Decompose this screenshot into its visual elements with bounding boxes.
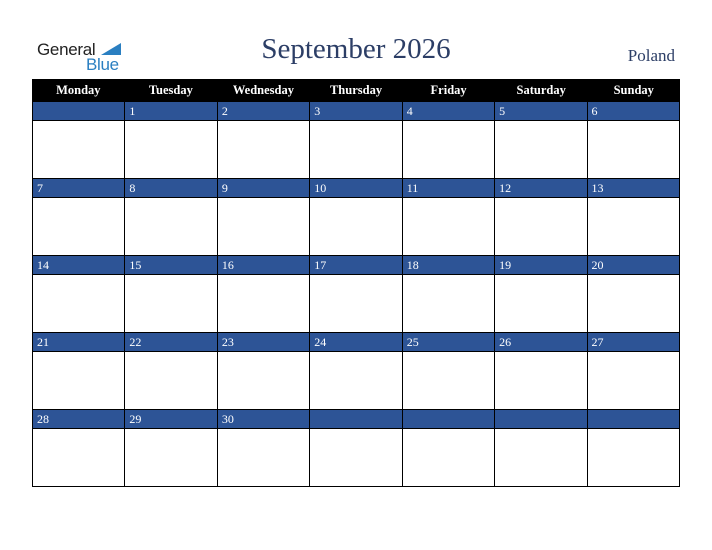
weekday-saturday: Saturday — [516, 83, 566, 97]
day-number: 12 — [495, 179, 587, 198]
day-cell-26[interactable]: 26 — [495, 333, 588, 410]
calendar-grid: 1 2 3 4 5 6 7 8 9 10 11 12 13 14 15 16 17 18 19 20 21 22 23 24 2… — [32, 102, 680, 487]
day-number: 9 — [217, 179, 310, 198]
day-number: 1 — [125, 102, 217, 121]
day-number: 13 — [587, 179, 679, 198]
day-number — [402, 410, 495, 429]
day-number: 27 — [587, 333, 679, 352]
day-number: 22 — [125, 333, 217, 352]
week-row: 21 22 23 24 25 26 27 — [32, 333, 680, 410]
day-cell-18[interactable]: 18 — [402, 256, 496, 333]
day-number — [495, 410, 587, 429]
weekday-tuesday: Tuesday — [148, 83, 193, 97]
day-cell-2[interactable]: 2 — [217, 102, 311, 179]
day-cell-6[interactable]: 6 — [587, 102, 680, 179]
day-number: 15 — [125, 256, 217, 275]
day-number: 6 — [587, 102, 679, 121]
day-number: 16 — [217, 256, 310, 275]
day-number: 4 — [402, 102, 495, 121]
day-number: 25 — [402, 333, 495, 352]
day-cell-17[interactable]: 17 — [310, 256, 403, 333]
day-cell-22[interactable]: 22 — [125, 333, 218, 410]
day-cell-13[interactable]: 13 — [587, 179, 680, 256]
day-number: 29 — [125, 410, 217, 429]
day-cell-21[interactable]: 21 — [33, 333, 126, 410]
day-number: 24 — [310, 333, 402, 352]
weekday-friday: Friday — [430, 83, 467, 97]
day-cell-5[interactable]: 5 — [495, 102, 588, 179]
weekday-monday: Monday — [56, 83, 101, 97]
day-cell-empty[interactable] — [33, 102, 126, 179]
day-number: 18 — [402, 256, 495, 275]
day-cell-29[interactable]: 29 — [125, 410, 218, 487]
day-cell-empty[interactable] — [402, 410, 496, 487]
day-number: 11 — [402, 179, 495, 198]
day-cell-25[interactable]: 25 — [402, 333, 496, 410]
day-cell-1[interactable]: 1 — [125, 102, 218, 179]
weekday-thursday: Thursday — [329, 83, 383, 97]
day-cell-empty[interactable] — [310, 410, 403, 487]
day-number — [310, 410, 402, 429]
day-number: 10 — [310, 179, 402, 198]
week-row: 7 8 9 10 11 12 13 — [32, 179, 680, 256]
day-cell-empty[interactable] — [587, 410, 680, 487]
day-cell-11[interactable]: 11 — [402, 179, 496, 256]
day-number: 28 — [33, 410, 125, 429]
day-cell-4[interactable]: 4 — [402, 102, 496, 179]
day-cell-19[interactable]: 19 — [495, 256, 588, 333]
day-number: 23 — [217, 333, 310, 352]
week-row: 123456 — [32, 102, 680, 179]
day-cell-14[interactable]: 14 — [33, 256, 126, 333]
day-number: 5 — [495, 102, 587, 121]
day-number: 30 — [217, 410, 310, 429]
day-cell-20[interactable]: 20 — [587, 256, 680, 333]
day-number: 7 — [33, 179, 125, 198]
day-cell-30[interactable]: 30 — [217, 410, 311, 487]
day-cell-8[interactable]: 8 — [125, 179, 218, 256]
day-cell-28[interactable]: 28 — [33, 410, 126, 487]
day-number — [33, 102, 125, 121]
day-number: 3 — [310, 102, 402, 121]
day-number: 26 — [495, 333, 587, 352]
week-row: 14 15 16 17 18 19 20 — [32, 256, 680, 333]
country-label: Poland — [627, 46, 675, 65]
day-number: 17 — [310, 256, 402, 275]
day-cell-12[interactable]: 12 — [495, 179, 588, 256]
day-cell-9[interactable]: 9 — [217, 179, 311, 256]
day-cell-7[interactable]: 7 — [33, 179, 126, 256]
calendar-title: September 2026 — [261, 33, 451, 65]
day-cell-empty[interactable] — [495, 410, 588, 487]
day-cell-16[interactable]: 16 — [217, 256, 311, 333]
day-cell-24[interactable]: 24 — [310, 333, 403, 410]
day-number: 14 — [33, 256, 125, 275]
weekday-wednesday: Wednesday — [232, 83, 295, 97]
week-row: 28 29 30 — [32, 410, 680, 487]
day-cell-27[interactable]: 27 — [587, 333, 680, 410]
day-number: 21 — [33, 333, 125, 352]
day-cell-23[interactable]: 23 — [217, 333, 311, 410]
day-number: 8 — [125, 179, 217, 198]
day-number: 20 — [587, 256, 679, 275]
day-cell-10[interactable]: 10 — [310, 179, 403, 256]
day-number: 2 — [217, 102, 310, 121]
weekday-header: Monday Tuesday Wednesday Thursday Friday Satu… — [32, 79, 680, 102]
day-number — [587, 410, 679, 429]
day-cell-15[interactable]: 15 — [125, 256, 218, 333]
day-cell-3[interactable]: 3 — [310, 102, 403, 179]
day-number: 19 — [495, 256, 587, 275]
weekday-sunday: Sunday — [613, 83, 654, 97]
